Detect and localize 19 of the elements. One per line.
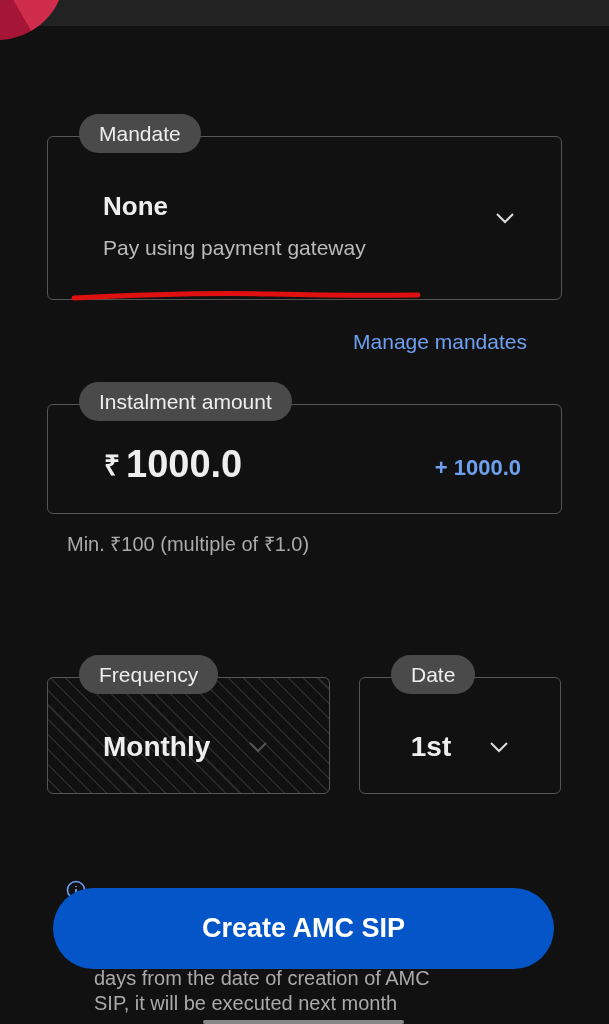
info-text: SIP, it will be executed next month bbox=[94, 991, 399, 1016]
manage-mandates-link[interactable]: Manage mandates bbox=[353, 330, 527, 354]
chevron-down-icon bbox=[495, 212, 515, 224]
mandate-value: None bbox=[103, 190, 169, 222]
field-label: Date bbox=[391, 655, 476, 694]
currency-symbol: ₹ bbox=[104, 449, 120, 483]
dropdown-value: 1st bbox=[410, 730, 452, 763]
dropdown-value: Monthly bbox=[103, 730, 211, 763]
increment-button[interactable]: + 1000.0 bbox=[434, 455, 521, 481]
field-label: Mandate bbox=[79, 114, 201, 153]
minimum-note: Min. ₹100 (multiple of ₹1.0) bbox=[67, 532, 311, 557]
chevron-down-icon bbox=[248, 740, 269, 753]
mandate-hint: Pay using payment gateway bbox=[103, 235, 366, 260]
field-label: Instalment amount bbox=[79, 382, 292, 421]
amount-value: 1000.0 bbox=[126, 442, 243, 486]
create-sip-button[interactable]: Create AMC SIP bbox=[53, 888, 554, 969]
chevron-down-icon bbox=[489, 740, 510, 753]
info-text: days from the date of creation of AMC bbox=[94, 966, 430, 991]
field-label: Frequency bbox=[79, 655, 219, 694]
